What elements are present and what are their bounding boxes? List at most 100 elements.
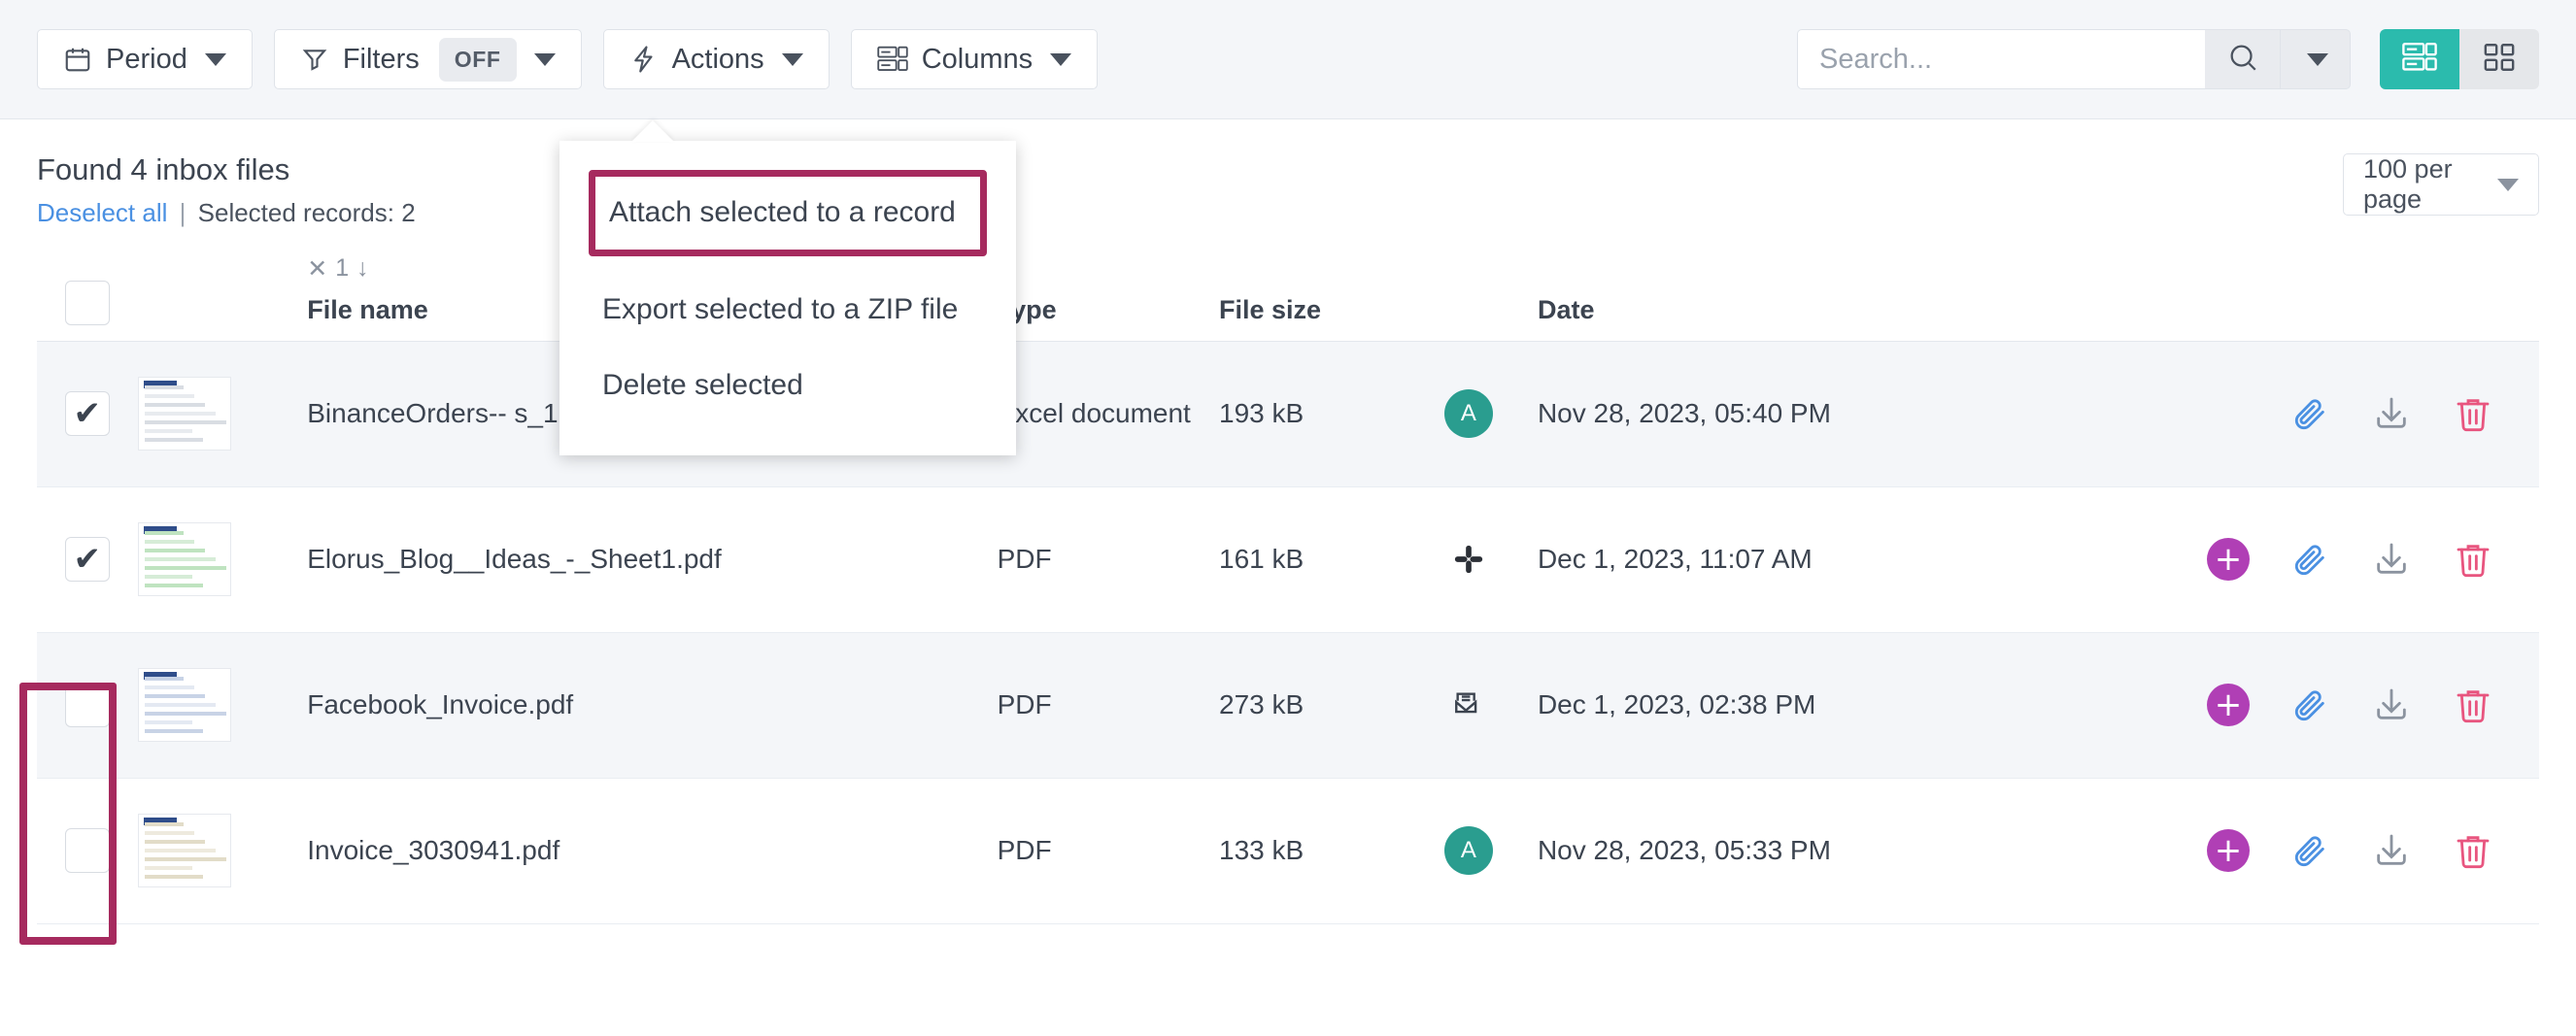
add-to-record-button[interactable]: + — [2207, 829, 2250, 872]
download-icon[interactable] — [2370, 538, 2413, 581]
chevron-down-icon — [2497, 178, 2519, 191]
row-actions-cell: + — [2061, 632, 2539, 779]
actions-menu-item-0[interactable]: Attach selected to a record — [589, 170, 987, 256]
row-date-cell: Nov 28, 2023, 05:33 PM — [1519, 778, 2062, 924]
check-icon: ✔ — [73, 394, 102, 433]
file-size-header[interactable]: File size — [1202, 226, 1417, 342]
table-row[interactable]: Facebook_Invoice.pdf PDF 273 kB Dec 1, 2… — [37, 632, 2539, 779]
row-date-cell: Dec 1, 2023, 11:07 AM — [1519, 486, 2062, 633]
table-row[interactable]: Invoice_3030941.pdf PDF 133 kB A Nov 28,… — [37, 778, 2539, 924]
file-thumbnail[interactable] — [137, 668, 231, 742]
date-header-label: Date — [1537, 294, 1595, 324]
search-options-button[interactable] — [2281, 29, 2351, 89]
table-header-row: ✕ 1 ↓ File name Type File size Date — [37, 226, 2539, 342]
row-thumbnail-cell — [137, 486, 290, 633]
file-type-value: PDF — [997, 689, 1052, 719]
file-date-value: Dec 1, 2023, 11:07 AM — [1537, 544, 1813, 574]
download-icon[interactable] — [2370, 392, 2413, 435]
file-date-value: Nov 28, 2023, 05:40 PM — [1537, 398, 1831, 428]
row-actions-cell — [2061, 341, 2539, 487]
delete-icon[interactable] — [2452, 538, 2494, 581]
file-name-header-label: File name — [307, 294, 428, 324]
sort-direction-icon[interactable]: ↓ — [356, 254, 369, 283]
slack-icon — [1417, 543, 1520, 576]
row-file-name-cell[interactable]: Facebook_Invoice.pdf — [289, 632, 980, 779]
file-thumbnail[interactable] — [137, 522, 231, 596]
row-actions-cell: + — [2061, 778, 2539, 924]
actions-menu-item-1[interactable]: Export selected to a ZIP file — [559, 272, 1016, 349]
add-to-record-placeholder — [2207, 392, 2250, 435]
row-file-name-cell[interactable]: Invoice_3030941.pdf — [289, 778, 980, 924]
chevron-down-icon — [533, 52, 556, 66]
row-select-cell: ✔ — [37, 341, 138, 487]
row-type-cell: PDF — [979, 778, 1202, 924]
row-type-cell: PDF — [979, 486, 1202, 633]
deselect-all-link[interactable]: Deselect all — [37, 198, 167, 227]
found-count-label: Found 4 inbox files — [37, 152, 290, 186]
filters-label: Filters — [342, 43, 420, 75]
add-to-record-button[interactable]: + — [2207, 684, 2250, 726]
file-name-value: Invoice_3030941.pdf — [307, 835, 560, 865]
calendar-icon — [63, 45, 92, 74]
row-select-cell — [37, 778, 138, 924]
attach-icon[interactable] — [2288, 392, 2331, 435]
chevron-down-icon — [204, 52, 226, 66]
search-input[interactable] — [1797, 29, 2205, 89]
row-checkbox[interactable] — [64, 683, 110, 727]
row-thumbnail-cell — [137, 778, 290, 924]
attach-icon[interactable] — [2288, 538, 2331, 581]
select-all-checkbox[interactable] — [64, 280, 110, 325]
period-button[interactable]: Period — [37, 29, 253, 89]
per-page-select[interactable]: 100 per page — [2343, 153, 2539, 216]
row-checkbox[interactable] — [64, 828, 110, 873]
selection-summary: Deselect all | Selected records: 2 — [37, 198, 416, 228]
delete-icon[interactable] — [2452, 684, 2494, 726]
file-type-value: PDF — [997, 544, 1052, 574]
delete-icon[interactable] — [2452, 392, 2494, 435]
filters-state-badge: OFF — [438, 37, 517, 82]
file-thumbnail[interactable] — [137, 814, 231, 887]
columns-label: Columns — [921, 43, 1034, 75]
download-icon[interactable] — [2370, 684, 2413, 726]
row-file-name-cell[interactable]: Elorus_Blog__Ideas_-_Sheet1.pdf — [289, 486, 980, 633]
row-source-cell: A — [1416, 778, 1520, 924]
per-page-label: 100 per page — [2363, 154, 2453, 214]
inbox-files-table: ✕ 1 ↓ File name Type File size Date ✔ Bi… — [37, 226, 2539, 924]
check-icon: ✔ — [73, 540, 102, 579]
row-type-cell: PDF — [979, 632, 1202, 779]
row-select-cell: ✔ — [37, 486, 138, 633]
file-name-value: Facebook_Invoice.pdf — [307, 689, 574, 719]
summary-separator: | — [179, 197, 186, 227]
row-file-size-cell: 193 kB — [1202, 341, 1417, 487]
search-submit-button[interactable] — [2205, 29, 2281, 89]
attach-icon[interactable] — [2288, 684, 2331, 726]
file-thumbnail[interactable] — [137, 377, 231, 451]
columns-button[interactable]: Columns — [850, 29, 1099, 89]
view-list-button[interactable] — [2380, 29, 2459, 89]
search-group — [1797, 29, 2351, 89]
view-grid-button[interactable] — [2459, 29, 2539, 89]
row-source-cell — [1416, 486, 1520, 633]
sort-order-number: 1 — [335, 254, 350, 282]
file-name-value: Elorus_Blog__Ideas_-_Sheet1.pdf — [307, 544, 722, 574]
sort-clear-icon[interactable]: ✕ — [307, 254, 327, 284]
file-size-value: 193 kB — [1219, 398, 1305, 428]
view-toggle-group — [2380, 29, 2539, 89]
table-row[interactable]: ✔ BinanceOrders-- s_1.ods Excel document… — [37, 341, 2539, 487]
row-checkbox[interactable]: ✔ — [64, 537, 110, 582]
row-date-cell: Nov 28, 2023, 05:40 PM — [1519, 341, 2062, 487]
table-row[interactable]: ✔ Elorus_Blog__Ideas_-_Sheet1.pdf PDF 16… — [37, 486, 2539, 633]
actions-button[interactable]: Actions — [602, 29, 830, 89]
period-label: Period — [106, 43, 187, 75]
add-to-record-button[interactable]: + — [2207, 538, 2250, 581]
row-checkbox[interactable]: ✔ — [64, 391, 110, 436]
filters-button[interactable]: Filters OFF — [273, 29, 582, 89]
download-icon[interactable] — [2370, 829, 2413, 872]
results-subheader: Found 4 inbox files Deselect all | Selec… — [0, 119, 2576, 228]
actions-menu-item-2[interactable]: Delete selected — [559, 348, 1016, 424]
date-header[interactable]: Date — [1519, 226, 2062, 342]
delete-icon[interactable] — [2452, 829, 2494, 872]
attach-icon[interactable] — [2288, 829, 2331, 872]
chevron-down-icon — [781, 52, 803, 66]
row-file-size-cell: 273 kB — [1202, 632, 1417, 779]
